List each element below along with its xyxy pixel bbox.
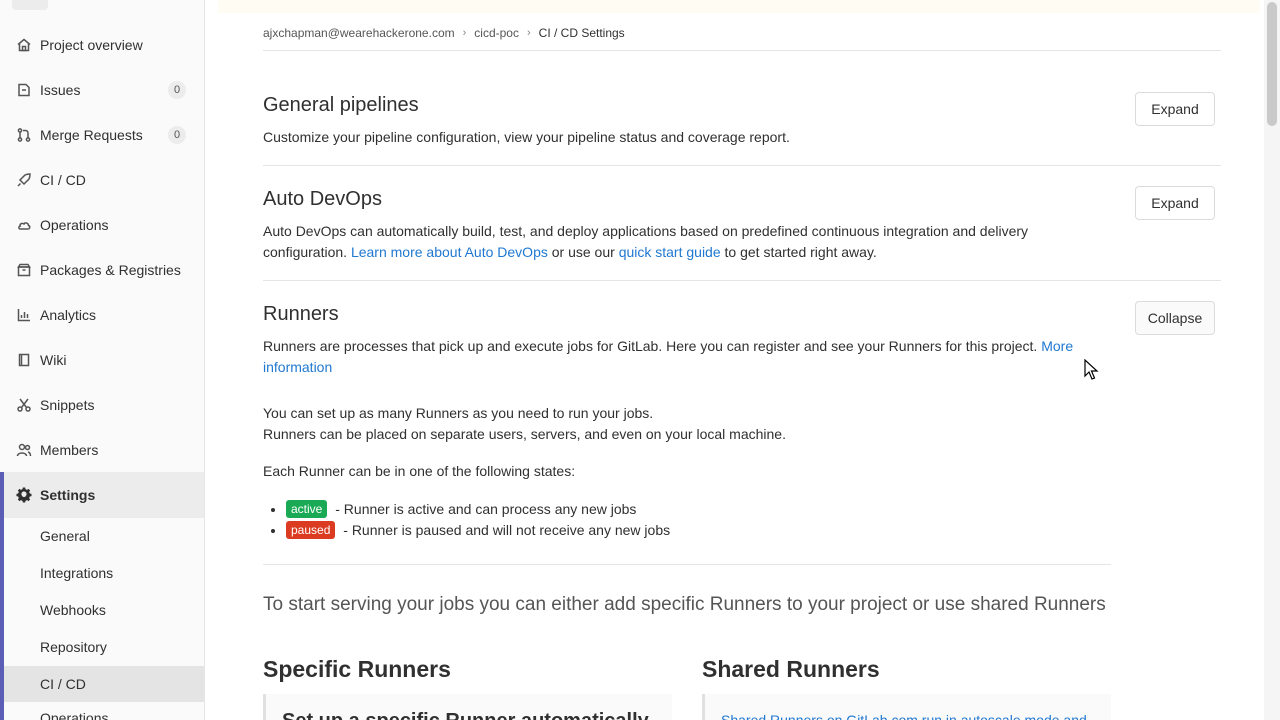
sidebar-item-issues[interactable]: Issues 0	[0, 70, 204, 110]
list-item: active - Runner is active and can proces…	[286, 499, 670, 520]
quick-start-guide-link[interactable]: quick start guide	[619, 244, 721, 260]
serve-jobs-text: To start serving your jobs you can eithe…	[263, 594, 1106, 615]
sidebar-item-label: Members	[40, 442, 99, 458]
breadcrumb-project[interactable]: cicd-poc	[474, 26, 519, 40]
auto-devops-desc-line1: Auto DevOps can automatically build, tes…	[263, 223, 1029, 239]
sidebar-item-label: Packages & Registries	[40, 262, 181, 278]
gear-icon	[16, 487, 32, 503]
settings-sub-repository[interactable]: Repository	[4, 629, 204, 665]
settings-sub-ci-cd[interactable]: CI / CD	[4, 666, 204, 702]
settings-sub-general[interactable]: General	[4, 518, 204, 554]
settings-sub-label: Webhooks	[40, 602, 106, 618]
chevron-right-icon: ›	[526, 27, 531, 39]
breadcrumb: ajxchapman@wearehackerone.com › cicd-poc…	[263, 24, 625, 42]
auto-devops-desc-part: configuration.	[263, 244, 351, 260]
state-desc: - Runner is paused and will not receive …	[339, 522, 671, 538]
auto-devops-desc-part: or use our	[547, 244, 619, 260]
runners-title: Runners	[263, 303, 339, 325]
sidebar-item-ci-cd[interactable]: CI / CD	[0, 160, 204, 200]
general-pipelines-expand-button[interactable]: Expand	[1135, 92, 1215, 126]
sidebar-item-members[interactable]: Members	[0, 430, 204, 470]
auto-devops-expand-button[interactable]: Expand	[1135, 186, 1215, 220]
auto-devops-desc: Auto DevOps can automatically build, tes…	[263, 221, 1093, 263]
runners-divider	[263, 564, 1111, 565]
merge-requests-count-badge: 0	[168, 126, 186, 144]
section-divider	[263, 280, 1221, 281]
general-pipelines-title: General pipelines	[263, 94, 419, 116]
status-badge-active: active	[286, 500, 328, 518]
shared-runners-title: Shared Runners	[702, 656, 880, 682]
settings-sub-label: Integrations	[40, 565, 114, 581]
home-icon	[16, 37, 32, 53]
learn-more-auto-devops-link[interactable]: Learn more about Auto DevOps	[351, 244, 548, 260]
settings-sub-integrations[interactable]: Integrations	[4, 555, 204, 591]
section-divider	[263, 165, 1221, 166]
sidebar-item-snippets[interactable]: Snippets	[0, 385, 204, 425]
merge-request-icon	[16, 127, 32, 143]
settings-sub-label: Repository	[40, 639, 107, 655]
list-item: paused - Runner is paused and will not r…	[286, 520, 670, 541]
sidebar-item-analytics[interactable]: Analytics	[0, 295, 204, 335]
general-pipelines-desc: Customize your pipeline configuration, v…	[263, 129, 790, 145]
sidebar-item-label: Snippets	[40, 397, 95, 413]
runners-para1: You can set up as many Runners as you ne…	[263, 405, 654, 421]
auto-devops-title: Auto DevOps	[263, 188, 382, 210]
runners-states-intro: Each Runner can be in one of the followi…	[263, 463, 576, 479]
sidebar-item-wiki[interactable]: Wiki	[0, 340, 204, 380]
page-scrollbar[interactable]	[1264, 0, 1280, 720]
cloud-gear-icon	[16, 217, 32, 233]
sidebar-item-label: CI / CD	[40, 172, 86, 188]
more-information-link[interactable]: More	[1041, 338, 1073, 354]
scrollbar-thumb[interactable]	[1267, 2, 1277, 126]
settings-sub-operations[interactable]: Operations	[4, 704, 204, 720]
rocket-icon	[16, 172, 32, 188]
sidebar-item-label: Wiki	[40, 352, 67, 368]
specific-runners-title: Specific Runners	[263, 656, 451, 682]
sidebar-item-label: Project overview	[40, 37, 143, 53]
specific-runners-panel-title: Set up a specific Runner automatically	[282, 710, 649, 720]
sidebar-item-project-overview[interactable]: Project overview	[0, 25, 204, 65]
chart-icon	[16, 307, 32, 323]
status-badge-paused: paused	[286, 521, 336, 539]
runners-desc: Runners are processes that pick up and e…	[263, 336, 1093, 378]
sidebar-item-operations[interactable]: Operations	[0, 205, 204, 245]
issues-count-badge: 0	[168, 81, 186, 99]
auto-devops-desc-part: to get started right away.	[720, 244, 877, 260]
mouse-cursor-icon	[1084, 359, 1099, 380]
state-desc: - Runner is active and can process any n…	[331, 501, 637, 517]
breadcrumb-current[interactable]: CI / CD Settings	[539, 26, 625, 40]
chevron-right-icon: ›	[462, 27, 467, 39]
sidebar-item-merge-requests[interactable]: Merge Requests 0	[0, 115, 204, 155]
sidebar-item-packages-registries[interactable]: Packages & Registries	[0, 250, 204, 290]
runner-states-list: active - Runner is active and can proces…	[286, 499, 670, 541]
package-icon	[16, 262, 32, 278]
settings-sub-label: General	[40, 528, 90, 544]
sidebar-item-label: Settings	[40, 487, 96, 503]
project-avatar[interactable]	[12, 0, 48, 10]
breadcrumb-namespace[interactable]: ajxchapman@wearehackerone.com	[263, 26, 455, 40]
runners-desc-text: Runners are processes that pick up and e…	[263, 338, 1042, 354]
sidebar-item-label: Analytics	[40, 307, 97, 323]
runners-collapse-button[interactable]: Collapse	[1135, 301, 1215, 335]
top-notice-strip	[218, 0, 1260, 13]
breadcrumb-divider	[263, 50, 1221, 51]
book-icon	[16, 352, 32, 368]
settings-sub-label: CI / CD	[40, 676, 86, 692]
users-icon	[16, 442, 32, 458]
settings-sub-webhooks[interactable]: Webhooks	[4, 592, 204, 628]
shared-runners-panel: Shared Runners on GitLab.com run in auto…	[702, 694, 1111, 720]
settings-sub-label: Operations	[40, 710, 109, 720]
more-information-link-cont[interactable]: information	[263, 359, 332, 375]
shared-runners-panel-text[interactable]: Shared Runners on GitLab.com run in auto…	[721, 712, 1087, 720]
sidebar-item-settings[interactable]: Settings	[0, 472, 204, 518]
issues-icon	[16, 82, 32, 98]
sidebar: Project overview Issues 0 Merge Requests…	[0, 0, 205, 720]
specific-runners-panel: Set up a specific Runner automatically	[263, 694, 672, 720]
sidebar-item-label: Operations	[40, 217, 109, 233]
scissors-icon	[16, 397, 32, 413]
runners-para2: Runners can be placed on separate users,…	[263, 426, 786, 442]
